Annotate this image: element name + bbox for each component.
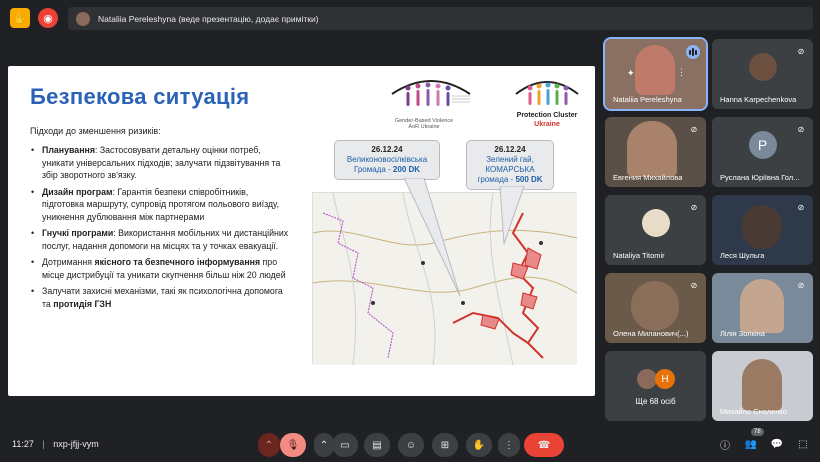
- participant-name: Nataliia Pereleshyna: [613, 95, 682, 104]
- more-participants-label: Ще 68 осіб: [635, 397, 676, 406]
- presentation-slide: Безпекова ситуація Підходи до зменшення …: [8, 66, 595, 396]
- gbv-aor-logo: Gender-Based Violence AoR Ukraine: [386, 74, 476, 132]
- participant-video: [742, 359, 782, 411]
- mic-off-icon: ⊘: [797, 202, 805, 212]
- pin-icon[interactable]: ✦: [627, 68, 635, 79]
- callout-velykonovosilkivska: 26.12.24 Великоновосілківська Громада - …: [334, 140, 440, 180]
- protection-cluster-logo: Protection Cluster Ukraine: [508, 74, 586, 132]
- more-participants-tile[interactable]: H Ще 68 осіб: [605, 351, 706, 421]
- callout-zelenyi-hai: 26.12.24 Зелений гай, КОМАРСЬКА громада …: [466, 140, 554, 190]
- avatar: [637, 369, 657, 389]
- separator: |: [42, 439, 45, 449]
- participant-name: Леся Шульга: [720, 251, 765, 260]
- avatar: H: [655, 369, 675, 389]
- people-count-badge: 78: [751, 428, 764, 436]
- speaking-indicator-icon: [686, 45, 700, 59]
- hand-icon: ✋: [472, 439, 486, 451]
- slide-bullet-list: Планування: Застосовувати детальну оцінк…: [30, 144, 290, 314]
- mic-off-icon: ⊘: [797, 124, 805, 134]
- recording-icon[interactable]: ◉: [38, 8, 58, 28]
- bullet-item: Дизайн програм: Гарантія безпеки співроб…: [30, 186, 290, 224]
- participant-tile[interactable]: ✦ ⋮ Nataliia Pereleshyna: [603, 37, 708, 111]
- emoji-reactions-button[interactable]: ☺: [398, 433, 424, 457]
- emoji-icon: ☺: [405, 439, 417, 451]
- participant-tile[interactable]: ⊘ Лілія Золкіна: [712, 273, 813, 343]
- slide-intro: Підходи до зменшення ризиків:: [30, 126, 161, 136]
- mic-off-icon: ⊘: [797, 280, 805, 290]
- meeting-info: 11:27 | nxp-jfjj-vym: [12, 439, 99, 449]
- presenter-avatar: [76, 11, 90, 26]
- avatar: P: [748, 131, 777, 159]
- meeting-code: nxp-jfjj-vym: [53, 439, 99, 449]
- participant-tile[interactable]: ⊘ Евгения Михайлова: [605, 117, 706, 187]
- participant-tile[interactable]: ⊘ Hanna Karpechenkova: [712, 39, 813, 109]
- more-options-icon[interactable]: ⋮: [677, 67, 686, 78]
- bullet-item: Залучати захисні механізми, такі як псих…: [30, 285, 290, 310]
- top-bar: ✋ ◉ Nataliia Pereleshyna (веде презентац…: [0, 0, 820, 38]
- end-call-icon: ☎: [537, 439, 551, 451]
- present-screen-button[interactable]: ⊞: [432, 433, 458, 457]
- clock: 11:27: [12, 439, 34, 449]
- camera-toggle-button[interactable]: ▭: [332, 433, 358, 457]
- bullet-item: Дотримання якісного та безпечного інформ…: [30, 256, 290, 281]
- participant-tile[interactable]: ⊘ Олена Миланович(...): [605, 273, 706, 343]
- protection-cluster-sub: Ukraine: [534, 121, 560, 128]
- video-options-button[interactable]: ⌃: [314, 433, 334, 457]
- participant-name: Nataliya Titomir: [613, 251, 665, 260]
- avatar: [641, 209, 670, 237]
- protection-cluster-title: Protection Cluster: [516, 112, 578, 119]
- meeting-details-icon[interactable]: ⓘ: [718, 437, 732, 452]
- mic-off-icon: ⊘: [690, 280, 698, 290]
- mic-off-icon: ⊘: [690, 124, 698, 134]
- slide-title: Безпекова ситуація: [30, 84, 250, 109]
- mic-toggle-button[interactable]: 🎙: [280, 433, 306, 457]
- mic-off-icon: ⊘: [797, 46, 805, 56]
- participant-name: Олена Миланович(...): [613, 329, 689, 338]
- participant-video: [627, 121, 677, 177]
- more-options-button[interactable]: ⋮: [498, 433, 520, 457]
- hand-raise-indicator-icon[interactable]: ✋: [10, 8, 30, 28]
- avatar: [748, 53, 777, 81]
- people-icon[interactable]: 👥: [744, 437, 758, 451]
- audio-options-button[interactable]: ⌃: [258, 433, 280, 457]
- captions-button[interactable]: ▤: [364, 433, 390, 457]
- chat-icon[interactable]: 💬: [770, 437, 784, 451]
- leave-call-button[interactable]: ☎: [524, 433, 564, 457]
- participant-tile[interactable]: Михайло Сноленко: [712, 351, 813, 421]
- participant-name: Руслана Юріївна Гол...: [720, 173, 800, 182]
- mic-off-icon: ⊘: [690, 202, 698, 212]
- participant-video: [740, 279, 784, 333]
- mic-off-icon: 🎙: [286, 439, 300, 451]
- callout-1-pointer: [403, 178, 461, 297]
- gbv-logo-caption: Gender-Based Violence AoR Ukraine: [394, 118, 454, 130]
- participant-tile[interactable]: ⊘ Леся Шульга: [712, 195, 813, 265]
- bullet-item: Планування: Застосовувати детальну оцінк…: [30, 144, 290, 182]
- camera-icon: ▭: [340, 439, 350, 451]
- callout-2-pointer: [499, 186, 525, 245]
- more-vert-icon: ⋮: [504, 439, 514, 451]
- participant-tile[interactable]: ⊘ Nataliya Titomir: [605, 195, 706, 265]
- activities-icon[interactable]: ⬚: [796, 437, 810, 451]
- participant-video: [635, 45, 675, 95]
- participant-name: Hanna Karpechenkova: [720, 95, 797, 104]
- participant-name: Евгения Михайлова: [613, 173, 683, 182]
- participant-tile[interactable]: ⊘ P Руслана Юріївна Гол...: [712, 117, 813, 187]
- presenter-banner-text: Nataliia Pereleshyna (веде презентацію, …: [98, 13, 319, 24]
- participant-name: Лілія Золкіна: [720, 329, 765, 338]
- present-icon: ⊞: [440, 439, 450, 451]
- bottom-toolbar: 11:27 | nxp-jfjj-vym ⌃ 🎙 ⌃ ▭ ▤ ☺ ⊞ ✋ ⋮ ☎…: [0, 428, 820, 462]
- raise-hand-button[interactable]: ✋: [466, 433, 492, 457]
- participant-name: Михайло Сноленко: [720, 407, 787, 416]
- participant-video: [631, 281, 679, 331]
- presenter-banner[interactable]: Nataliia Pereleshyna (веде презентацію, …: [68, 7, 813, 30]
- participant-video: [742, 205, 782, 249]
- captions-icon: ▤: [372, 439, 382, 451]
- bullet-item: Гнучкі програми: Використання мобільних …: [30, 227, 290, 252]
